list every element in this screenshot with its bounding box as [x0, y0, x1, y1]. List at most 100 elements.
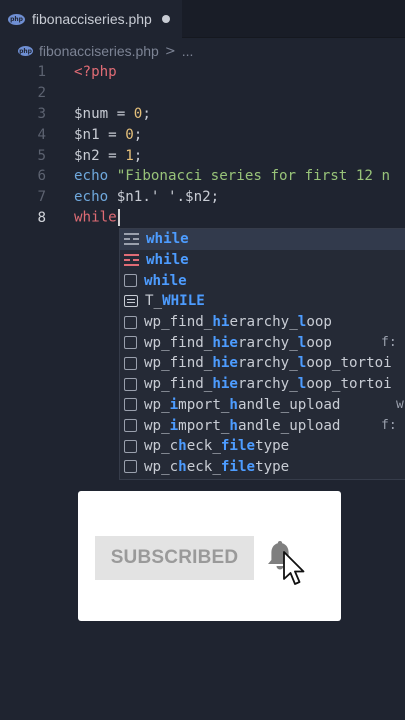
mouse-pointer-icon [283, 551, 305, 585]
suggestion-detail: f: [381, 335, 397, 351]
text-icon [124, 398, 137, 412]
code-token: $n1.' '.$n2; [108, 189, 220, 206]
code-text: while [74, 209, 120, 227]
suggestion-text: eck_ [186, 438, 221, 455]
suggestion-item[interactable]: while [120, 250, 405, 271]
suggestion-match: while [146, 252, 189, 269]
line-number: 6 [37, 168, 46, 185]
suggestion-item[interactable]: wp_find_ hie rarchy_ l oop_tortoi [120, 374, 405, 395]
code-editor[interactable]: 1 <?php 2 3 $num = 0; 4 $n1 = 0; 5 $n2 =… [0, 62, 405, 228]
line-number: 2 [37, 85, 46, 102]
suggestion-match: h [178, 438, 187, 455]
suggestion-match: file [220, 438, 256, 455]
variable-token: $num [74, 105, 109, 122]
chevron-right-icon: > [164, 43, 176, 59]
code-text: $n2 = 1; [74, 148, 142, 164]
suggestion-item[interactable]: wp_ i mport_ h andle_upload f: [120, 415, 405, 436]
text-icon [124, 439, 137, 453]
code-line[interactable]: 6 echo "Fibonacci series for first 12 n [0, 166, 405, 187]
line-number: 4 [37, 126, 46, 143]
suggestion-item[interactable]: wp_c h eck_ file type [120, 436, 405, 457]
autocomplete-suggestions: while while while T_ WHILE wp_find_ hi erar… [119, 228, 405, 480]
variable-token: $n2 [74, 147, 100, 164]
text-icon [124, 377, 137, 391]
suggestion-text: type [255, 458, 290, 475]
php-file-icon: php [8, 13, 25, 25]
punct-token: ; [133, 147, 143, 164]
suggestion-match: l [297, 314, 307, 331]
operator-token: = [99, 126, 126, 143]
suggestion-match: hie [212, 376, 238, 393]
suggestion-match: hie [212, 355, 238, 372]
code-text: <?php [74, 64, 117, 81]
suggestion-text: andle_upload [237, 396, 341, 413]
suggestion-item[interactable]: wp_find_ hi erarchy_ l oop [120, 312, 405, 333]
punct-token: ; [133, 126, 143, 143]
editor-tab-fibonacciseries[interactable]: php fibonacciseries.php [0, 0, 182, 38]
suggestion-match: h [229, 417, 238, 434]
suggestion-match: hi [212, 314, 230, 331]
keyword-token: echo [74, 189, 109, 206]
suggestion-text: rarchy_ [237, 334, 298, 351]
suggestion-match: l [297, 355, 307, 372]
subscribed-button[interactable]: SUBSCRIBED [95, 536, 254, 580]
line-number: 8 [37, 209, 46, 226]
suggestion-match: file [220, 458, 256, 475]
line-number: 5 [37, 147, 46, 164]
suggestion-match: hie [212, 334, 238, 351]
subscribe-card: SUBSCRIBED [78, 491, 341, 621]
code-text: $n1 = 0; [74, 127, 142, 143]
suggestion-text: oop [306, 334, 332, 351]
line-number: 7 [37, 189, 46, 206]
suggestion-match: h [178, 458, 187, 475]
suggestion-item[interactable]: while [120, 229, 405, 250]
string-token: "Fibonacci series for first 12 n [108, 168, 391, 185]
suggestion-text: andle_upload [237, 417, 341, 434]
suggestion-match: while [144, 272, 187, 289]
breadcrumb-more[interactable]: ... [182, 43, 194, 59]
snippet-icon [124, 233, 139, 246]
suggestion-match: WHILE [162, 293, 205, 310]
suggestion-item[interactable]: T_ WHILE [120, 291, 405, 312]
line-number: 3 [37, 105, 46, 122]
unsaved-dot-icon[interactable] [162, 15, 170, 23]
suggestion-text: wp_ [144, 417, 170, 434]
code-line[interactable]: 5 $n2 = 1; [0, 145, 405, 166]
suggestion-text: oop [306, 314, 332, 331]
text-icon [124, 315, 137, 329]
variable-token: $n1 [74, 126, 100, 143]
suggestion-item[interactable]: while [120, 270, 405, 291]
tab-bar: php fibonacciseries.php [0, 0, 405, 38]
code-line[interactable]: 3 $num = 0; [0, 104, 405, 125]
suggestion-item[interactable]: wp_ i mport_ h andle_upload w [120, 395, 405, 416]
suggestion-text: oop_tortoi [306, 355, 392, 372]
suggestion-item[interactable]: wp_find_ hie rarchy_ l oop_tortoi [120, 353, 405, 374]
suggestion-text: eck_ [186, 458, 221, 475]
operator-token: = [99, 147, 126, 164]
suggestion-match: l [297, 376, 307, 393]
suggestion-text: wp_c [144, 438, 179, 455]
suggestion-detail: f: [381, 418, 397, 434]
suggestion-match: while [146, 231, 189, 248]
code-line[interactable]: 1 <?php [0, 62, 405, 83]
suggestion-detail: w [396, 397, 404, 413]
breadcrumb: php fibonacciseries.php > ... [0, 38, 405, 64]
text-icon [124, 336, 137, 350]
suggestion-text: T_ [145, 293, 163, 310]
suggestion-item[interactable]: wp_find_ hie rarchy_ l oop f: [120, 332, 405, 353]
suggestion-text: wp_ [144, 396, 170, 413]
suggestion-match: l [297, 334, 307, 351]
breadcrumb-file[interactable]: fibonacciseries.php [39, 43, 159, 59]
code-line-active[interactable]: 8 while [0, 208, 405, 229]
suggestion-text: rarchy_ [237, 355, 298, 372]
tab-label: fibonacciseries.php [32, 11, 152, 27]
code-line[interactable]: 2 [0, 83, 405, 104]
code-line[interactable]: 7 echo $n1.' '.$n2; [0, 187, 405, 208]
number-token: 1 [125, 147, 134, 164]
code-line[interactable]: 4 $n1 = 0; [0, 124, 405, 145]
text-icon [124, 356, 137, 370]
number-token: 0 [125, 126, 134, 143]
keyword-token: echo [74, 168, 109, 185]
suggestion-text: wp_find_ [144, 314, 213, 331]
suggestion-item[interactable]: wp_c h eck_ file type [120, 457, 405, 478]
